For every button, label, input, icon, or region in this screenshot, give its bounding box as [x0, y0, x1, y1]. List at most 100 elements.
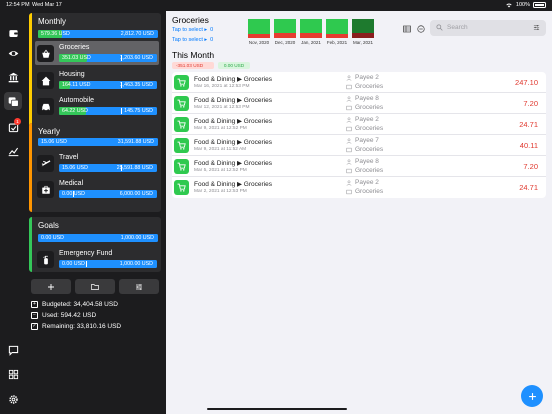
- budget-item-budget: 1,203.60 USD: [119, 55, 153, 61]
- transaction-row[interactable]: Food & Dining ▶ Groceries Mar 16, 2021 a…: [172, 72, 546, 93]
- budget-item-name: Travel: [59, 154, 79, 161]
- transaction-account-text: Groceries: [355, 146, 384, 153]
- search-icon: [436, 24, 443, 31]
- budget-item-medical[interactable]: Medical 0.00 USD 6,000.00 USD: [35, 177, 159, 201]
- envelope-icon: [346, 168, 352, 173]
- add-budget-button[interactable]: [31, 279, 71, 294]
- envelopes-icon[interactable]: [4, 92, 22, 110]
- status-time: 12:54 PM: [6, 2, 30, 8]
- transaction-payee-text: Payee 2: [355, 116, 379, 123]
- gear-icon[interactable]: [4, 390, 22, 408]
- monthly-history-chart[interactable]: Nov, 2020 Dec, 2020 Jan, 2021 Feb, 2021 …: [246, 15, 376, 47]
- yearly-total-bar: 15.06 USD 31,591.88 USD: [38, 138, 158, 146]
- transaction-account: Groceries: [346, 104, 383, 111]
- transaction-account: Groceries: [346, 83, 383, 90]
- history-label: Mar, 2021: [352, 40, 373, 45]
- add-group-button[interactable]: [75, 279, 115, 294]
- battery-icon: [533, 2, 546, 8]
- search-input[interactable]: Search: [447, 24, 468, 31]
- transaction-payee: Payee 8: [346, 158, 379, 165]
- goals-title: Goals: [38, 221, 59, 230]
- goals-group: Goals 0.00 USD 1,000.00 USD Emergency Fu…: [29, 217, 161, 272]
- transaction-row[interactable]: Food & Dining ▶ Groceries Mar 5, 2021 at…: [172, 156, 546, 177]
- budget-item-budget: 1,000.00 USD: [119, 261, 153, 267]
- tap-to-select-1[interactable]: Tap to select ▸ 0: [172, 27, 213, 33]
- transaction-amount: 24.71: [519, 120, 538, 129]
- summary-used: − Used: 594.42 USD: [31, 312, 96, 319]
- budget-item-name: Groceries: [59, 44, 90, 51]
- plus-icon: [48, 283, 54, 290]
- transaction-amount: 247.10: [515, 78, 538, 87]
- transaction-title: Food & Dining ▶ Groceries: [194, 139, 272, 146]
- transaction-title: Food & Dining ▶ Groceries: [194, 118, 272, 125]
- search-bar[interactable]: Search: [430, 20, 546, 36]
- transaction-payee: Payee 2: [346, 74, 379, 81]
- envelope-icon: [346, 126, 352, 131]
- transaction-row[interactable]: Food & Dining ▶ Groceries Mar 9, 2021 at…: [172, 135, 546, 156]
- history-bar-feb-2021: [326, 19, 348, 38]
- status-date: Wed Mar 17: [32, 2, 62, 8]
- transaction-account: Groceries: [346, 188, 383, 195]
- add-transaction-button[interactable]: [521, 385, 543, 407]
- transaction-account: Groceries: [346, 167, 383, 174]
- filter-sliders-icon[interactable]: [533, 24, 540, 31]
- cart-icon: [174, 117, 189, 132]
- table-view-icon[interactable]: [402, 24, 412, 34]
- person-icon: [346, 117, 352, 123]
- history-label: Dec, 2020: [274, 40, 296, 45]
- monthly-total-bar: 579.36 USD 2,812.70 USD: [38, 30, 158, 38]
- cart-icon: [174, 159, 189, 174]
- tap-to-select-2-label: Tap to select ▸: [172, 37, 208, 43]
- budget-item-travel[interactable]: Travel 15.06 USD 25,591.88 USD: [35, 151, 159, 175]
- envelope-icon: [346, 147, 352, 152]
- calendar-check-icon[interactable]: 1: [4, 118, 22, 136]
- income-total-tag: 0.00 USD: [218, 62, 250, 69]
- budget-sidebar: Monthly 579.36 USD 2,812.70 USD Grocerie…: [29, 11, 163, 414]
- transaction-account-text: Groceries: [355, 125, 384, 132]
- tap-to-select-2[interactable]: Tap to select ▸ 0: [172, 37, 213, 43]
- history-label: Feb, 2021: [326, 40, 348, 45]
- transaction-account-text: Groceries: [355, 83, 384, 90]
- section-title: This Month: [172, 50, 215, 60]
- budget-item-progress: 64.22 USD 145.75 USD: [59, 107, 157, 115]
- history-bar-jan-2021: [300, 19, 322, 38]
- transaction-amount: 7.20: [523, 162, 538, 171]
- history-label: Nov, 2020: [248, 40, 270, 45]
- transaction-account-text: Groceries: [355, 188, 384, 195]
- transaction-date: Mar 16, 2021 at 12:53 PM: [194, 84, 250, 89]
- budget-item-groceries[interactable]: Groceries 351.03 USD 1,203.60 USD: [35, 41, 159, 65]
- monthly-total-budget: 2,812.70 USD: [120, 31, 154, 37]
- transaction-payee: Payee 2: [346, 179, 379, 186]
- grid-icon[interactable]: [4, 365, 22, 383]
- cart-icon: [174, 138, 189, 153]
- status-right: 100%: [505, 2, 546, 8]
- chat-icon[interactable]: [4, 341, 22, 359]
- person-icon: [346, 138, 352, 144]
- transaction-row[interactable]: Food & Dining ▶ Groceries Mar 2, 2021 at…: [172, 177, 546, 198]
- budget-item-progress: 351.03 USD 1,203.60 USD: [59, 54, 157, 62]
- battery-percent: 100%: [515, 2, 530, 8]
- transaction-row[interactable]: Food & Dining ▶ Groceries Mar 12, 2021 a…: [172, 93, 546, 114]
- home-indicator: [207, 408, 347, 410]
- progress-tick: [120, 108, 122, 114]
- budget-item-emergency-fund[interactable]: Emergency Fund 0.00 USD 1,000.00 USD: [35, 247, 159, 271]
- settings-sliders-button[interactable]: [119, 279, 159, 294]
- navigation-rail: 1: [0, 11, 26, 414]
- wallet-icon[interactable]: [4, 24, 22, 42]
- budget-item-name: Medical: [59, 180, 84, 187]
- eye-icon[interactable]: [4, 44, 22, 62]
- person-icon: [346, 180, 352, 186]
- wifi-icon: [506, 3, 512, 8]
- person-icon: [346, 96, 352, 102]
- bank-icon[interactable]: [4, 68, 22, 86]
- transaction-row[interactable]: Food & Dining ▶ Groceries Mar 9, 2021 at…: [172, 114, 546, 135]
- tap-to-select-1-label: Tap to select ▸: [172, 27, 208, 33]
- minus-circle-icon[interactable]: [416, 24, 426, 34]
- transaction-date: Mar 2, 2021 at 12:53 PM: [194, 189, 247, 194]
- budget-item-budget: 145.75 USD: [124, 108, 153, 114]
- summary-budgeted: + Budgeted: 34,404.58 USD: [31, 301, 118, 308]
- budget-item-housing[interactable]: Housing 164.11 USD 1,463.35 USD: [35, 68, 159, 92]
- house-icon: [37, 72, 54, 89]
- budget-item-automobile[interactable]: Automobile 64.22 USD 145.75 USD: [35, 94, 159, 118]
- chart-line-icon[interactable]: [4, 142, 22, 160]
